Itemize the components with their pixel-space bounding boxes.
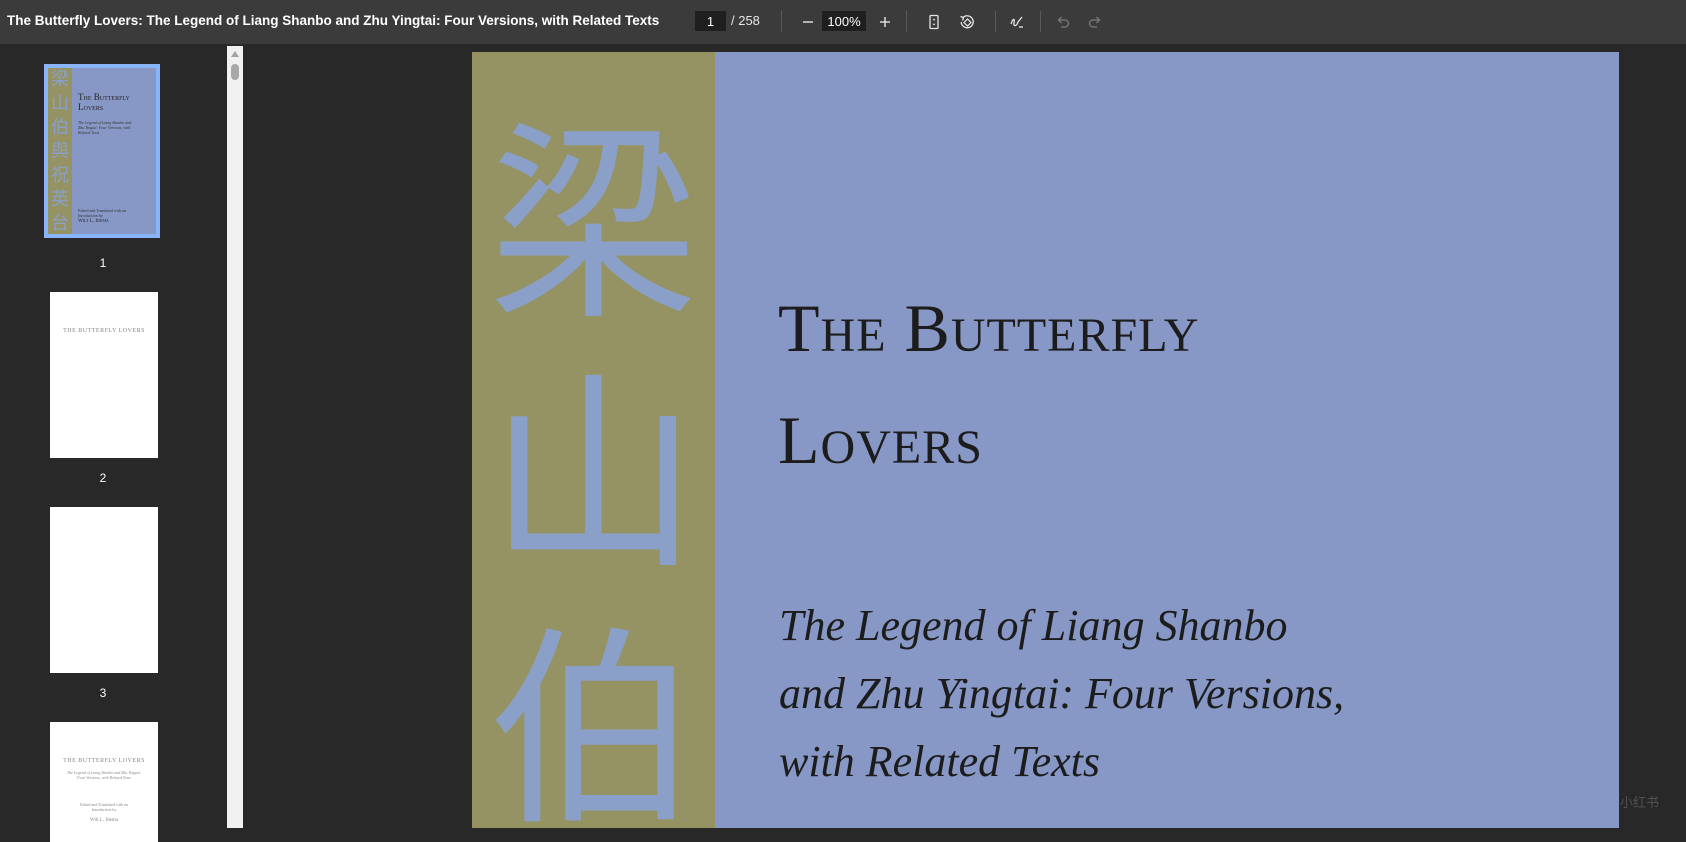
document-viewer: 梁 山 伯 The Butterfly Lovers The Legend of… — [243, 46, 1686, 828]
cover-subtitle-line3: with Related Texts — [779, 737, 1101, 786]
toolbar: The Butterfly Lovers: The Legend of Lian… — [0, 0, 1686, 45]
thumbnail-label: 2 — [99, 471, 107, 485]
zoom-out-button[interactable] — [796, 10, 820, 34]
pdf-page-1: 梁 山 伯 The Butterfly Lovers The Legend of… — [472, 52, 1619, 828]
page-number-input[interactable] — [695, 11, 726, 31]
fit-page-icon — [929, 14, 939, 30]
thumb-cover-credit: Edited and Translated with an Introducti… — [78, 208, 126, 218]
cover-char: 台 — [51, 213, 69, 234]
draw-icon — [1010, 16, 1023, 28]
thumbnail-page-2[interactable]: THE BUTTERFLY LOVERS — [50, 292, 158, 458]
thumbnail-page-4[interactable]: THE BUTTERFLY LOVERS The Legend of Liang… — [50, 722, 158, 842]
cover-char: 伯 — [488, 609, 699, 829]
cover-band: 梁 山 伯 與 祝 英 台 — [48, 68, 72, 234]
minus-icon — [803, 21, 813, 23]
sidebar-scrollbar[interactable] — [227, 46, 243, 828]
thumbnail-page-3[interactable] — [50, 507, 158, 673]
toolbar-separator — [1040, 11, 1041, 32]
cover-char: 英 — [51, 189, 69, 210]
thumb-credit: Edited and Translated with an Introducti… — [80, 802, 128, 812]
cover-subtitle: The Legend of Liang Shanbo and Zhu Yingt… — [779, 592, 1344, 796]
thumbnail-label: 1 — [99, 256, 107, 270]
cover-subtitle-line2: and Zhu Yingtai: Four Versions, — [779, 669, 1345, 718]
draw-button[interactable] — [1005, 10, 1029, 34]
cover-title-line2: Lovers — [778, 402, 983, 478]
cover-char: 祝 — [51, 165, 69, 186]
undo-button[interactable] — [1051, 10, 1075, 34]
thumb-cover-title: The Butterfly Lovers — [78, 92, 130, 112]
redo-button[interactable] — [1083, 10, 1107, 34]
cover-title-line1: The Butterfly — [778, 290, 1200, 366]
toolbar-separator — [781, 11, 782, 32]
thumb-title: THE BUTTERFLY LOVERS — [63, 758, 145, 764]
undo-icon — [1057, 16, 1070, 28]
cover-char: 梁 — [488, 104, 699, 349]
thumb-cover-author: Wilt L. Idema — [78, 219, 109, 224]
thumb-author: Wilt L. Idema — [90, 818, 118, 823]
thumbnail-page-1[interactable]: 梁 山 伯 與 祝 英 台 The Butterfly Lovers The L… — [44, 64, 160, 238]
cover-char: 山 — [488, 354, 699, 599]
cover-char: 梁 — [51, 69, 69, 90]
cover-char: 山 — [51, 93, 69, 114]
cover-char: 與 — [51, 141, 69, 162]
zoom-input[interactable] — [822, 11, 866, 31]
watermark: 小红书 — [1620, 796, 1660, 811]
page-total: / 258 — [731, 13, 760, 28]
redo-icon — [1088, 16, 1101, 28]
thumbnail-label: 3 — [99, 686, 107, 700]
cover-subtitle-line1: The Legend of Liang Shanbo — [779, 601, 1288, 650]
zoom-in-button[interactable] — [873, 10, 897, 34]
scroll-up-arrow-icon[interactable] — [231, 51, 239, 57]
scrollbar-thumb[interactable] — [231, 64, 239, 80]
thumb-subtitle: The Legend of Liang Shanbo and Zhu Yingt… — [66, 770, 142, 780]
fit-page-button[interactable] — [922, 10, 946, 34]
toolbar-separator — [906, 11, 907, 32]
cover-char: 伯 — [51, 117, 69, 138]
thumb-cover-subtitle: The Legend of Liang Shanbo and Zhu Yingt… — [78, 120, 132, 135]
document-title: The Butterfly Lovers: The Legend of Lian… — [7, 13, 660, 28]
toolbar-separator — [995, 11, 996, 32]
cover-title: The Butterfly Lovers — [778, 272, 1199, 496]
rotate-button[interactable] — [955, 10, 979, 34]
thumb-half-title: THE BUTTERFLY LOVERS — [63, 328, 145, 334]
plus-icon — [880, 17, 890, 27]
rotate-icon — [960, 15, 974, 29]
thumbnail-sidebar: 梁 山 伯 與 祝 英 台 The Butterfly Lovers The L… — [0, 46, 227, 842]
